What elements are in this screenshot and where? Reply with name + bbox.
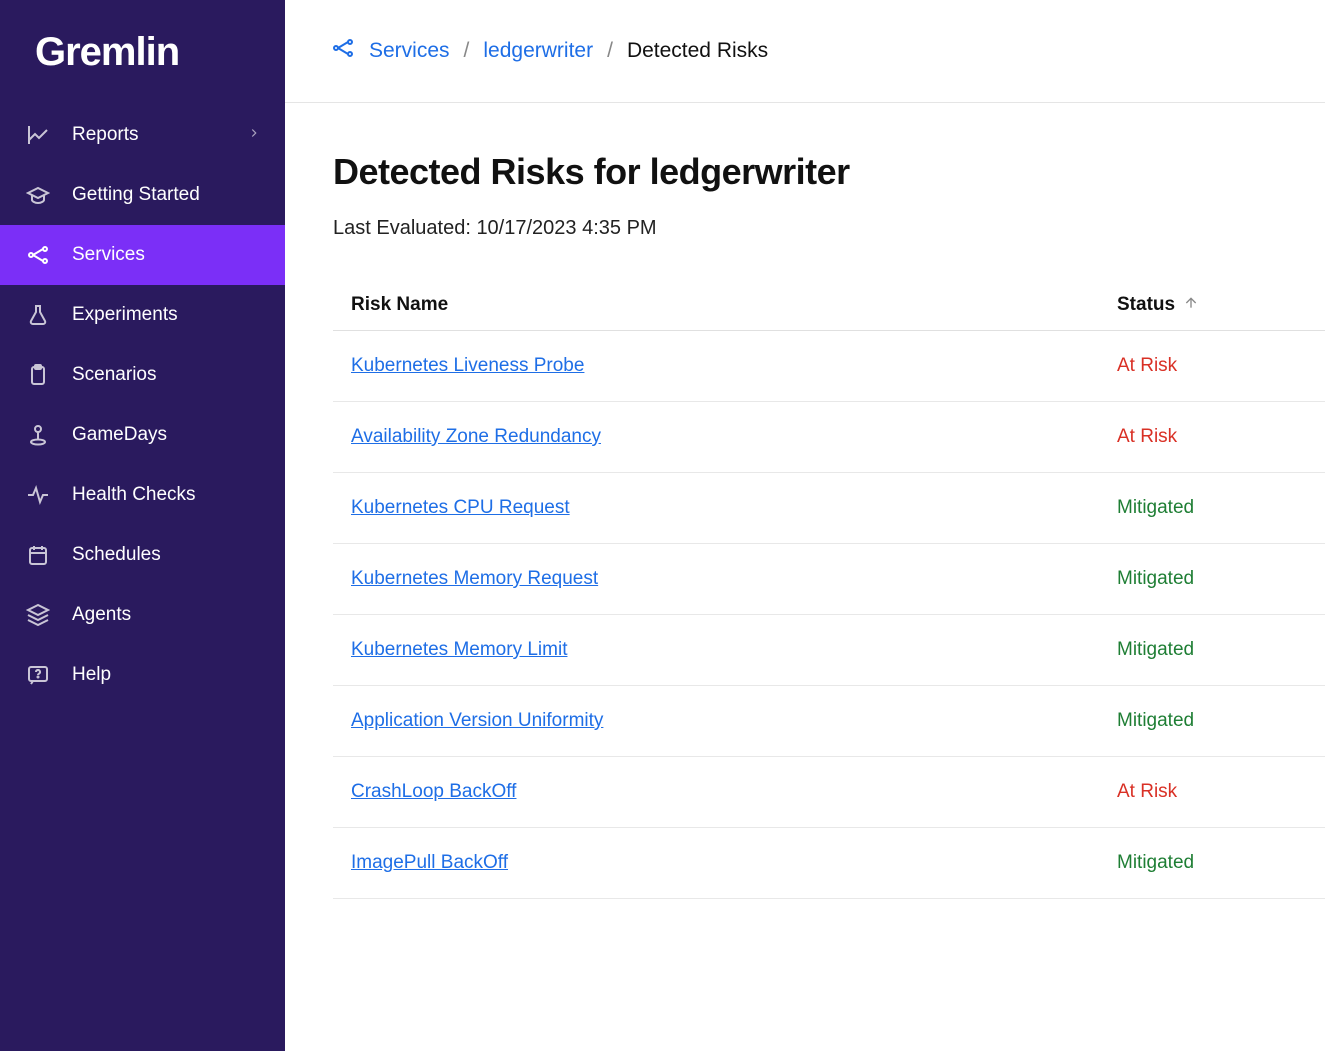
risk-link[interactable]: Kubernetes CPU Request [351,497,570,518]
sidebar-item-label: Scenarios [72,364,157,386]
sidebar-item-getting-started[interactable]: Getting Started [0,165,285,225]
column-risk-name[interactable]: Risk Name [351,294,1117,316]
table-row: ImagePull BackOff Mitigated [333,828,1325,899]
breadcrumb-separator: / [464,39,470,63]
nav-list: Reports Getting Started Services Experiment… [0,105,285,705]
sidebar-item-label: Agents [72,604,131,626]
grad-cap-icon [24,181,52,209]
sidebar-item-services[interactable]: Services [0,225,285,285]
joystick-icon [24,421,52,449]
chevron-right-icon [247,124,261,146]
page-title: Detected Risks for ledgerwriter [333,151,1325,193]
main-content: Services / ledgerwriter / Detected Risks… [285,0,1325,1051]
help-icon [24,661,52,689]
breadcrumb-separator: / [607,39,613,63]
sidebar-item-label: GameDays [72,424,167,446]
breadcrumb: Services / ledgerwriter / Detected Risks [285,0,1325,103]
table-row: Kubernetes Memory Request Mitigated [333,544,1325,615]
status-badge: Mitigated [1117,710,1194,732]
clipboard-icon [24,361,52,389]
sidebar-item-schedules[interactable]: Schedules [0,525,285,585]
network-icon [24,241,52,269]
status-badge: Mitigated [1117,852,1194,874]
table-row: Availability Zone Redundancy At Risk [333,402,1325,473]
sidebar-item-agents[interactable]: Agents [0,585,285,645]
sidebar-item-scenarios[interactable]: Scenarios [0,345,285,405]
breadcrumb-current: Detected Risks [627,39,768,63]
column-status[interactable]: Status [1117,294,1307,316]
pulse-icon [24,481,52,509]
calendar-icon [24,541,52,569]
sidebar-item-health-checks[interactable]: Health Checks [0,465,285,525]
status-badge: Mitigated [1117,639,1194,661]
network-icon [331,36,355,66]
sidebar-item-label: Experiments [72,304,178,326]
status-badge: At Risk [1117,355,1177,377]
table-row: Application Version Uniformity Mitigated [333,686,1325,757]
table-body: Kubernetes Liveness ProbeAt RiskAvailabi… [333,331,1325,899]
flask-icon [24,301,52,329]
last-evaluated: Last Evaluated: 10/17/2023 4:35 PM [333,217,1325,240]
table-row: Kubernetes CPU Request Mitigated [333,473,1325,544]
status-badge: At Risk [1117,781,1177,803]
sidebar-item-label: Health Checks [72,484,196,506]
sidebar-item-label: Reports [72,124,139,146]
risk-link[interactable]: ImagePull BackOff [351,852,508,873]
page-content: Detected Risks for ledgerwriter Last Eva… [285,103,1325,899]
table-header: Risk Name Status [333,280,1325,331]
sidebar-item-help[interactable]: Help [0,645,285,705]
sidebar-item-label: Services [72,244,145,266]
breadcrumb-services-link[interactable]: Services [369,39,450,63]
status-badge: Mitigated [1117,568,1194,590]
sidebar: Gremlin Reports Getting Started Services Ex… [0,0,285,1051]
risk-link[interactable]: Kubernetes Liveness Probe [351,355,584,376]
breadcrumb-service-link[interactable]: ledgerwriter [483,39,593,63]
table-row: Kubernetes Liveness Probe At Risk [333,331,1325,402]
sidebar-item-label: Schedules [72,544,161,566]
risk-link[interactable]: Kubernetes Memory Limit [351,639,567,660]
risk-link[interactable]: CrashLoop BackOff [351,781,516,802]
sidebar-item-gamedays[interactable]: GameDays [0,405,285,465]
status-badge: Mitigated [1117,497,1194,519]
logo: Gremlin [0,20,285,105]
table-row: CrashLoop BackOff At Risk [333,757,1325,828]
layers-icon [24,601,52,629]
risks-table: Risk Name Status Kubernetes Liveness Pro… [333,280,1325,899]
status-badge: At Risk [1117,426,1177,448]
risk-link[interactable]: Kubernetes Memory Request [351,568,598,589]
chart-icon [24,121,52,149]
sidebar-item-reports[interactable]: Reports [0,105,285,165]
table-row: Kubernetes Memory Limit Mitigated [333,615,1325,686]
sort-ascending-icon [1183,295,1199,316]
sidebar-item-label: Help [72,664,111,686]
risk-link[interactable]: Availability Zone Redundancy [351,426,601,447]
sidebar-item-experiments[interactable]: Experiments [0,285,285,345]
sidebar-item-label: Getting Started [72,184,200,206]
risk-link[interactable]: Application Version Uniformity [351,710,603,731]
